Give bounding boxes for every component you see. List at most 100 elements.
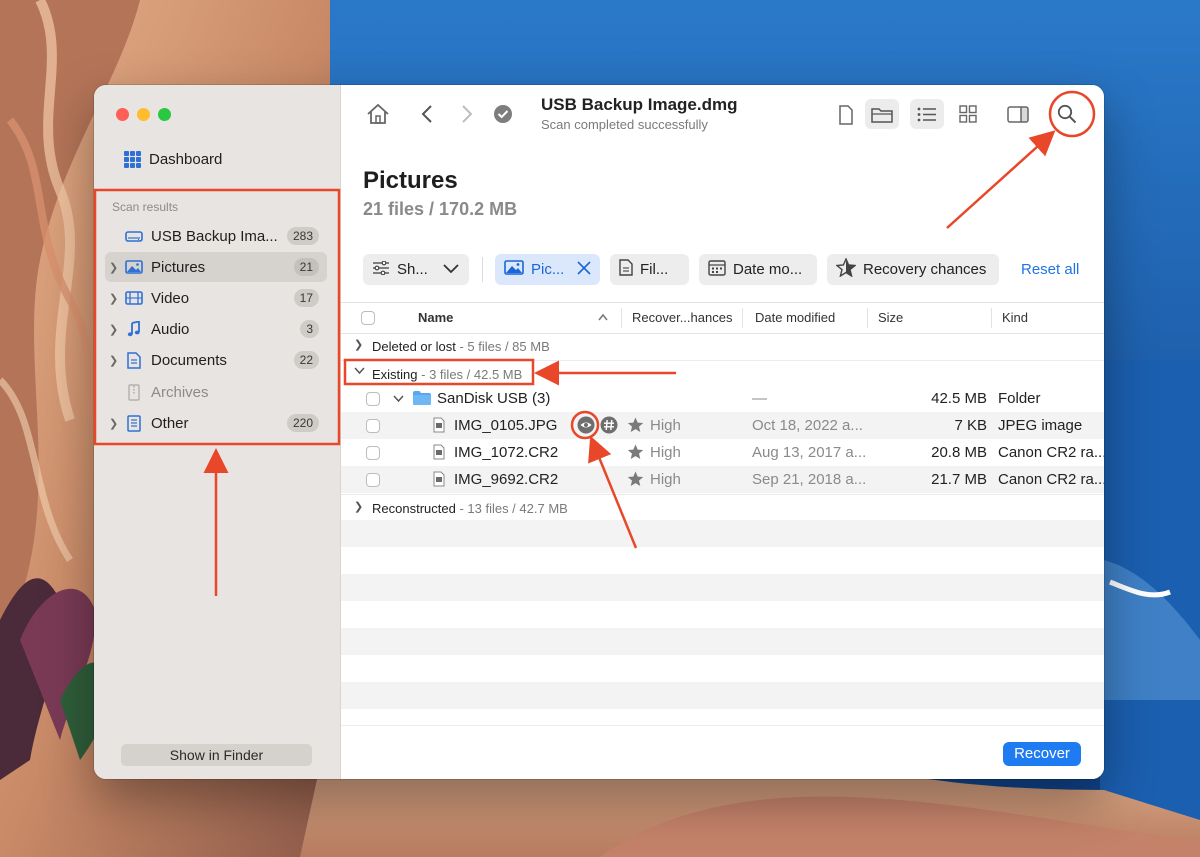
preview-eye-icon[interactable] <box>577 416 595 438</box>
chevron-right-icon[interactable]: ❯ <box>109 354 121 367</box>
file-view-icon[interactable] <box>831 101 861 129</box>
sliders-icon <box>372 260 390 279</box>
zoom-window-button[interactable] <box>158 108 171 121</box>
file-size: 21.7 MB <box>931 471 987 488</box>
file-filter-chip[interactable]: Fil... <box>610 254 689 285</box>
recovery-chance: High <box>650 417 681 434</box>
recovery-filter-label: Recovery chances <box>863 261 987 278</box>
chevron-right-icon[interactable]: ❯ <box>109 261 121 274</box>
table-row[interactable]: IMG_1072.CR2 High Aug 13, 2017 a... 20.8… <box>341 439 1104 466</box>
folder-icon <box>413 391 431 409</box>
show-filter-dropdown[interactable]: Sh... <box>363 254 469 285</box>
home-icon[interactable] <box>365 102 391 126</box>
sidebar-item-other[interactable]: ❯ Other 220 <box>105 408 327 438</box>
count-badge: 220 <box>286 414 319 432</box>
select-all-checkbox[interactable] <box>361 311 375 325</box>
chevron-down-icon[interactable] <box>393 390 404 407</box>
recover-button[interactable]: Recover <box>1003 742 1081 766</box>
image-file-icon <box>433 444 445 464</box>
star-icon <box>627 471 644 491</box>
dashboard-item[interactable]: Dashboard <box>124 149 222 169</box>
group-label: Deleted or lost <box>372 339 456 354</box>
folder-view-icon[interactable] <box>865 99 899 129</box>
sidebar-item-archives[interactable]: Archives <box>105 377 327 407</box>
chevron-right-icon[interactable]: ❯ <box>354 338 363 351</box>
reset-all-link[interactable]: Reset all <box>1021 261 1079 278</box>
sidebar-item-video[interactable]: ❯ Video 17 <box>105 283 327 313</box>
row-checkbox[interactable] <box>366 392 380 406</box>
group-row-existing[interactable]: Existing - 3 files / 42.5 MB <box>341 360 1104 387</box>
sidebar-item-label: Documents <box>151 351 227 369</box>
group-row-deleted-or-lost[interactable]: ❯ Deleted or lost - 5 files / 85 MB <box>341 333 1104 359</box>
group-row-reconstructed[interactable]: ❯ Reconstructed - 13 files / 42.7 MB <box>341 494 1104 521</box>
file-name: IMG_1072.CR2 <box>454 444 559 461</box>
scan-results-heading: Scan results <box>112 200 179 214</box>
chevron-right-icon[interactable]: ❯ <box>109 323 121 336</box>
close-window-button[interactable] <box>116 108 129 121</box>
sort-ascending-icon[interactable] <box>598 309 608 324</box>
count-badge: 22 <box>293 351 319 369</box>
hash-icon[interactable] <box>600 416 618 438</box>
sidebar-item-documents[interactable]: ❯ Documents 22 <box>105 345 327 375</box>
sidebar-item-audio[interactable]: ❯ Audio 3 <box>105 314 327 344</box>
window-subtitle: Scan completed successfully <box>541 117 708 132</box>
star-icon <box>627 417 644 437</box>
empty-row <box>341 682 1104 709</box>
list-view-icon[interactable] <box>910 99 944 129</box>
count-badge: 3 <box>300 320 319 338</box>
table-row-folder[interactable]: SanDisk USB (3) — 42.5 MB Folder <box>341 385 1104 412</box>
minimize-window-button[interactable] <box>137 108 150 121</box>
forward-chevron-icon[interactable] <box>457 102 477 126</box>
file-size: 7 KB <box>954 417 987 434</box>
table-header: Name Recover...hances Date modified Size… <box>341 302 1104 334</box>
group-meta: - 3 files / 42.5 MB <box>417 367 523 382</box>
chevron-down-icon[interactable] <box>354 366 365 378</box>
sidebar-item-label: Audio <box>151 320 190 338</box>
column-header-kind[interactable]: Kind <box>1002 310 1028 325</box>
column-header-date-modified[interactable]: Date modified <box>755 310 835 325</box>
chevron-right-icon[interactable]: ❯ <box>109 417 121 430</box>
recovery-chance: High <box>650 444 681 461</box>
pictures-filter-chip[interactable]: Pic... <box>495 254 600 285</box>
archive-icon <box>125 383 143 401</box>
empty-row <box>341 520 1104 547</box>
row-checkbox[interactable] <box>366 446 380 460</box>
file-kind: JPEG image <box>998 417 1083 434</box>
file-name: IMG_0105.JPG <box>454 417 558 434</box>
show-in-finder-button[interactable]: Show in Finder <box>121 744 312 766</box>
scan-complete-check-icon <box>493 104 513 124</box>
sidebar-item-pictures[interactable]: ❯ Pictures 21 <box>105 252 327 282</box>
chevron-down-icon <box>443 261 459 278</box>
music-note-icon <box>125 320 143 338</box>
preview-panel-toggle-icon[interactable] <box>1003 100 1033 128</box>
drive-icon <box>125 227 143 245</box>
page-title: Pictures <box>363 167 458 194</box>
back-chevron-icon[interactable] <box>417 102 437 126</box>
chevron-right-icon[interactable]: ❯ <box>109 292 121 305</box>
date-modified: Aug 13, 2017 a... <box>752 444 867 461</box>
dashboard-grid-icon <box>124 150 141 168</box>
column-header-size[interactable]: Size <box>878 310 903 325</box>
column-header-name[interactable]: Name <box>418 310 453 325</box>
count-badge: 283 <box>286 227 319 245</box>
search-icon[interactable] <box>1052 100 1082 128</box>
file-filter-label: Fil... <box>640 261 669 278</box>
date-filter-chip[interactable]: Date mo... <box>699 254 817 285</box>
count-badge: 21 <box>293 258 319 276</box>
chevron-right-icon[interactable]: ❯ <box>354 500 363 513</box>
row-checkbox[interactable] <box>366 473 380 487</box>
remove-filter-x-icon[interactable] <box>577 260 591 279</box>
row-checkbox[interactable] <box>366 419 380 433</box>
table-row[interactable]: IMG_0105.JPG High Oct 18, 2022 a... 7 KB… <box>341 412 1104 439</box>
document-icon <box>619 259 633 280</box>
file-name: IMG_9692.CR2 <box>454 471 559 488</box>
group-label: Existing <box>372 367 418 382</box>
group-label: Reconstructed <box>372 501 456 516</box>
recovery-chances-filter-chip[interactable]: Recovery chances <box>827 254 999 285</box>
grid-view-icon[interactable] <box>953 100 983 128</box>
sidebar-item-usb-backup[interactable]: USB Backup Ima... 283 <box>105 221 327 251</box>
table-row[interactable]: IMG_9692.CR2 High Sep 21, 2018 a... 21.7… <box>341 466 1104 493</box>
film-icon <box>125 289 143 307</box>
column-header-recovery-chances[interactable]: Recover...hances <box>632 310 732 325</box>
folder-name: SanDisk USB (3) <box>437 390 551 407</box>
